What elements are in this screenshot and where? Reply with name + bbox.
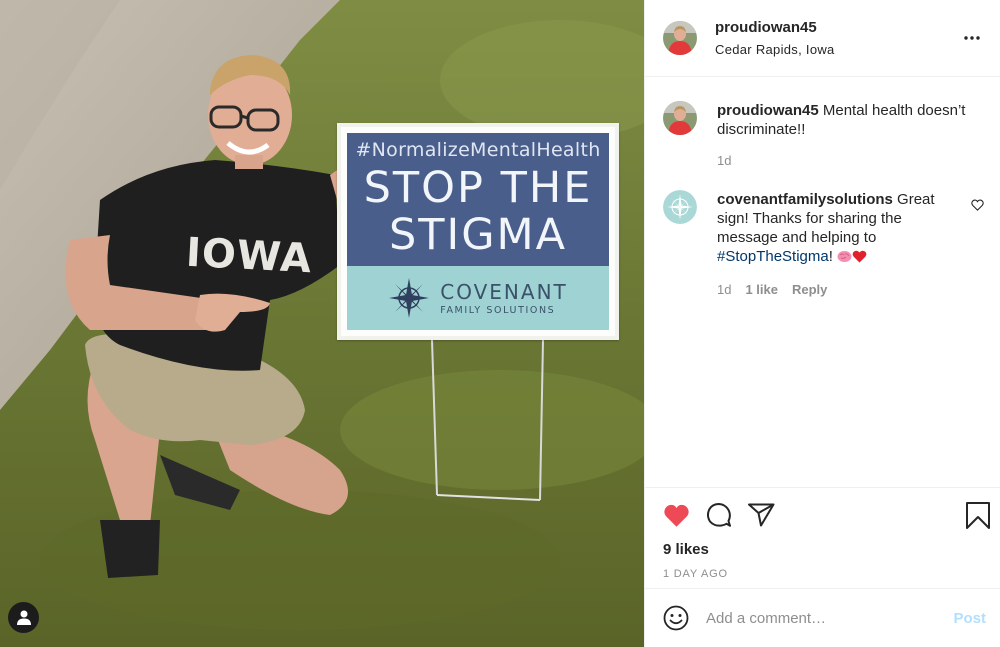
comment-likes[interactable]: 1 like xyxy=(745,282,778,297)
sign-brand-name: COVENANT xyxy=(440,280,568,304)
comment-icon xyxy=(706,503,731,527)
action-buttons-row xyxy=(663,500,990,530)
comment-time[interactable]: 1d xyxy=(717,153,731,168)
heart-outline-icon xyxy=(971,199,984,211)
emoji-picker-button[interactable] xyxy=(663,605,689,631)
sign-top-panel: #NormalizeMentalHealth STOP THE STIGMA xyxy=(347,133,609,266)
add-comment-bar: Post xyxy=(645,588,1000,647)
sign-brand-sub: FAMILY SOLUTIONS xyxy=(440,305,556,316)
red-heart-emoji-icon xyxy=(852,249,867,268)
tagged-users-button[interactable] xyxy=(8,602,39,633)
header-username[interactable]: proudiowan45 xyxy=(715,19,960,36)
post-date[interactable]: 1 DAY AGO xyxy=(663,568,990,580)
comment-time[interactable]: 1d xyxy=(717,282,731,297)
avatar[interactable] xyxy=(663,21,697,55)
comment-button[interactable] xyxy=(706,502,732,528)
likes-count[interactable]: 9 likes xyxy=(663,541,990,558)
comment-body: proudiowan45 Mental health doesn’t discr… xyxy=(717,101,984,168)
avatar-image xyxy=(663,101,697,135)
avatar[interactable] xyxy=(663,190,697,224)
smiley-icon xyxy=(663,605,689,631)
header-location[interactable]: Cedar Rapids, Iowa xyxy=(715,42,960,57)
avatar-image xyxy=(663,21,697,55)
more-options-button[interactable] xyxy=(960,26,984,50)
post-photo[interactable]: IOWA #NormalizeMentalHealth STOP THE STI… xyxy=(0,0,644,647)
save-button[interactable] xyxy=(966,501,990,529)
shirt-text: IOWA xyxy=(184,229,314,283)
post-comment-button[interactable]: Post xyxy=(953,610,986,627)
more-horizontal-icon xyxy=(964,36,980,40)
hashtag-link[interactable]: #StopTheStigma xyxy=(717,248,829,265)
comment-input[interactable] xyxy=(706,609,954,627)
comment-content-end: ! xyxy=(828,248,833,265)
sign-brand: COVENANT FAMILY SOLUTIONS xyxy=(440,280,568,316)
comment-username[interactable]: covenantfamilysolutions xyxy=(717,191,893,208)
bookmark-icon xyxy=(966,501,990,529)
sign-hashtag: #NormalizeMentalHealth xyxy=(355,139,601,161)
person-icon xyxy=(16,610,31,625)
compass-logo-icon xyxy=(389,278,430,318)
header-text: proudiowan45 Cedar Rapids, Iowa xyxy=(715,19,960,57)
heart-filled-icon xyxy=(664,504,689,527)
comment-body: covenantfamilysolutions Great sign! Than… xyxy=(717,190,984,297)
reply-comment: covenantfamilysolutions Great sign! Than… xyxy=(663,190,984,297)
comment-meta: 1d 1 like Reply xyxy=(717,282,966,297)
comment-meta: 1d xyxy=(717,153,966,168)
like-comment-button[interactable] xyxy=(971,198,984,214)
yard-sign: #NormalizeMentalHealth STOP THE STIGMA C… xyxy=(337,123,619,340)
caption-comment: proudiowan45 Mental health doesn’t discr… xyxy=(663,101,984,168)
post-actions: 9 likes 1 DAY AGO xyxy=(645,487,1000,588)
comment-text: covenantfamilysolutions Great sign! Than… xyxy=(717,190,966,268)
instagram-post: IOWA #NormalizeMentalHealth STOP THE STI… xyxy=(0,0,1000,647)
like-button[interactable] xyxy=(663,503,690,528)
covenant-avatar-image xyxy=(663,190,697,224)
post-side-panel: proudiowan45 Cedar Rapids, Iowa proudiow… xyxy=(644,0,1000,647)
reply-button[interactable]: Reply xyxy=(792,282,827,297)
comment-text: proudiowan45 Mental health doesn’t discr… xyxy=(717,101,966,139)
share-icon xyxy=(748,503,775,527)
sign-bottom-panel: COVENANT FAMILY SOLUTIONS xyxy=(347,266,609,330)
post-header: proudiowan45 Cedar Rapids, Iowa xyxy=(645,0,1000,77)
sign-title: STOP THE STIGMA xyxy=(363,163,593,260)
comment-username[interactable]: proudiowan45 xyxy=(717,102,819,119)
brain-emoji-icon xyxy=(837,249,852,268)
share-button[interactable] xyxy=(748,503,775,527)
avatar[interactable] xyxy=(663,101,697,135)
comments-list: proudiowan45 Mental health doesn’t discr… xyxy=(645,77,1000,487)
